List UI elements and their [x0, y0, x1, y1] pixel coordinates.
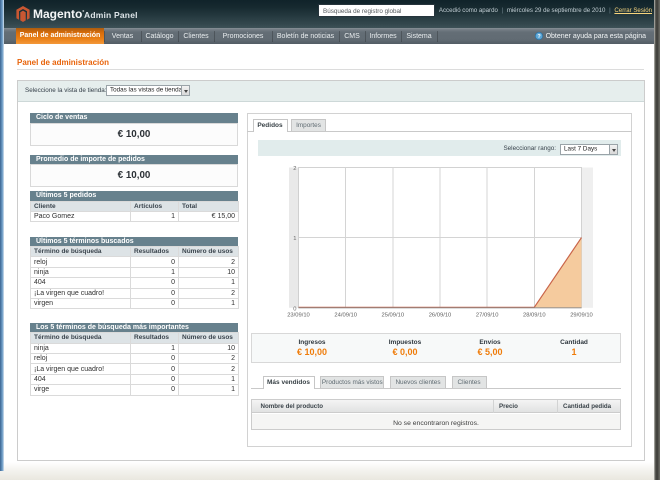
- svg-text:26/09/10: 26/09/10: [429, 312, 452, 318]
- svg-text:23/09/10: 23/09/10: [287, 312, 310, 318]
- svg-text:1: 1: [293, 236, 296, 242]
- svg-text:27/09/10: 27/09/10: [476, 312, 499, 318]
- svg-text:2: 2: [293, 166, 296, 172]
- svg-text:29/09/10: 29/09/10: [570, 312, 593, 318]
- svg-text:28/09/10: 28/09/10: [523, 312, 546, 318]
- svg-text:24/09/10: 24/09/10: [334, 312, 357, 318]
- svg-text:25/09/10: 25/09/10: [382, 312, 405, 318]
